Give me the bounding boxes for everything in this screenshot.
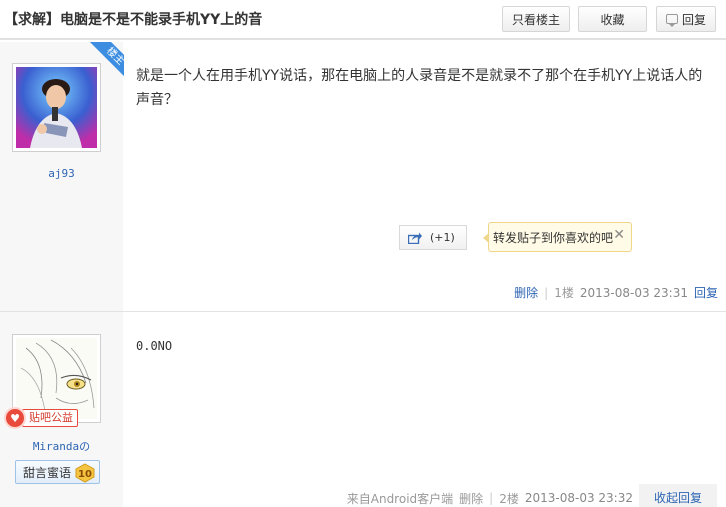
thread-header: 【求解】电脑是不是不能录手机YY上的音 只看楼主 收藏 回复 xyxy=(0,0,726,40)
charity-badge-label: 贴吧公益 xyxy=(22,409,78,427)
share-tooltip: 转发贴子到你喜欢的吧 ✕ xyxy=(483,222,632,252)
author-sidebar: aj93 xyxy=(0,42,123,311)
post-meta: 来自Android客户端 删除 | 2楼 2013-08-03 23:32 收起… xyxy=(347,484,717,507)
owner-ribbon: 楼主 xyxy=(84,42,124,82)
share-button[interactable]: (+1) xyxy=(399,225,467,250)
reply-button[interactable]: 回复 xyxy=(656,6,716,32)
member-tag[interactable]: 甜言蜜语 10 xyxy=(15,460,100,484)
post-source: 来自Android客户端 xyxy=(347,490,453,507)
share-icon xyxy=(408,232,422,244)
reply-link[interactable]: 回复 xyxy=(694,284,718,301)
collect-button[interactable]: 收藏 xyxy=(578,6,647,32)
share-tip-text: 转发贴子到你喜欢的吧 xyxy=(493,230,614,245)
reply-icon xyxy=(665,14,678,27)
level-badge-icon: 10 xyxy=(75,463,95,483)
reply-button-label: 回复 xyxy=(681,12,706,27)
post-content: 就是一个人在用手机YY说话，那在电脑上的人录音是不是就录不了那个在手机YY上说话… xyxy=(136,68,703,108)
author-sidebar: ♥ 贴吧公益 Mirandaの 甜言蜜语 10 xyxy=(0,312,123,507)
share-count: (+1) xyxy=(430,231,455,244)
post-time: 2013-08-03 23:32 xyxy=(524,491,633,505)
charity-badge[interactable]: ♥ 贴吧公益 xyxy=(4,407,78,429)
only-owner-button[interactable]: 只看楼主 xyxy=(502,6,570,32)
level-number: 10 xyxy=(78,469,92,480)
post-floor-2: ♥ 贴吧公益 Mirandaの 甜言蜜语 10 0.0NO 来自Android客… xyxy=(0,312,726,507)
member-tag-label: 甜言蜜语 xyxy=(23,465,72,480)
separator: | xyxy=(544,285,549,300)
post-floor-1: aj93 楼主 就是一个人在用手机YY说话，那在电脑上的人录音是不是就录不了那个… xyxy=(0,42,726,312)
fold-reply-button[interactable]: 收起回复 xyxy=(639,484,717,507)
floor-number: 1楼 xyxy=(554,286,574,300)
source-text[interactable]: 来自Android客户端 xyxy=(347,492,453,506)
post-time: 2013-08-03 23:31 xyxy=(579,285,688,300)
owner-ribbon-label: 楼主 xyxy=(89,42,124,82)
separator: | xyxy=(489,491,494,505)
post-meta: 删除 | 1楼 2013-08-03 23:31 回复 xyxy=(514,284,718,301)
username[interactable]: Mirandaの xyxy=(0,438,123,454)
username[interactable]: aj93 xyxy=(0,167,123,180)
floor-number: 2楼 xyxy=(499,491,519,506)
delete-link[interactable]: 删除 xyxy=(459,490,483,507)
thread-title: 【求解】电脑是不是不能录手机YY上的音 xyxy=(4,12,263,28)
delete-link[interactable]: 删除 xyxy=(514,284,538,301)
heart-icon: ♥ xyxy=(4,407,26,429)
close-icon[interactable]: ✕ xyxy=(613,228,625,242)
post-content: 0.0NO xyxy=(136,339,173,353)
